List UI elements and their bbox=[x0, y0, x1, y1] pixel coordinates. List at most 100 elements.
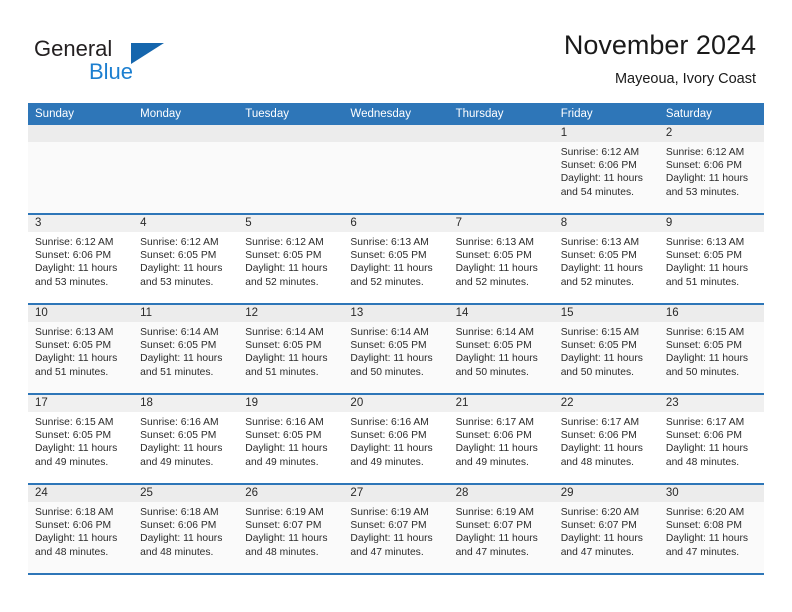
day-details: Sunrise: 6:19 AM Sunset: 6:07 PM Daylight:… bbox=[449, 502, 554, 559]
calendar-day-cell[interactable]: 5 Sunrise: 6:12 AM Sunset: 6:05 PM Daylight… bbox=[238, 214, 344, 305]
daylight-text-cont: and 49 minutes. bbox=[35, 456, 109, 468]
calendar-day-cell[interactable]: 27 Sunrise: 6:19 AM Sunset: 6:07 PM Dayligh… bbox=[343, 484, 449, 575]
daylight-text: Daylight: 11 hours bbox=[560, 443, 643, 455]
day-cell-inner: 17 Sunrise: 6:15 AM Sunset: 6:05 PM Dayligh… bbox=[28, 395, 134, 483]
weekday-header-friday: Friday bbox=[553, 103, 659, 125]
day-number: 20 bbox=[343, 395, 449, 412]
day-cell-inner bbox=[238, 125, 344, 213]
daylight-text: Daylight: 11 hours bbox=[140, 353, 223, 365]
calendar-header-row: Sunday Monday Tuesday Wednesday Thursday… bbox=[28, 103, 764, 125]
calendar-day-cell[interactable]: 18 Sunrise: 6:16 AM Sunset: 6:05 PM Dayligh… bbox=[133, 394, 239, 485]
day-details: Sunrise: 6:18 AM Sunset: 6:06 PM Daylight:… bbox=[133, 502, 238, 559]
day-number: 6 bbox=[343, 215, 449, 232]
day-number: 26 bbox=[238, 485, 344, 502]
calendar-day-cell[interactable]: 4 Sunrise: 6:12 AM Sunset: 6:05 PM Daylight… bbox=[133, 214, 239, 305]
calendar-day-cell[interactable]: 2 Sunrise: 6:12 AM Sunset: 6:06 PM Daylight… bbox=[658, 125, 764, 215]
day-details: Sunrise: 6:18 AM Sunset: 6:06 PM Daylight:… bbox=[28, 502, 133, 559]
day-details: Sunrise: 6:19 AM Sunset: 6:07 PM Daylight:… bbox=[238, 502, 343, 559]
calendar-day-cell[interactable]: 17 Sunrise: 6:15 AM Sunset: 6:05 PM Dayligh… bbox=[28, 394, 134, 485]
calendar-day-cell[interactable]: 21 Sunrise: 6:17 AM Sunset: 6:06 PM Dayligh… bbox=[448, 394, 554, 485]
calendar-day-cell[interactable]: 7 Sunrise: 6:13 AM Sunset: 6:05 PM Daylight… bbox=[448, 214, 554, 305]
calendar-day-cell[interactable]: 14 Sunrise: 6:14 AM Sunset: 6:05 PM Dayligh… bbox=[448, 304, 554, 395]
daylight-text-cont: and 49 minutes. bbox=[140, 456, 214, 468]
calendar-day-cell[interactable]: 11 Sunrise: 6:14 AM Sunset: 6:05 PM Dayligh… bbox=[133, 304, 239, 395]
calendar-day-cell[interactable]: 13 Sunrise: 6:14 AM Sunset: 6:05 PM Dayligh… bbox=[343, 304, 449, 395]
day-details: Sunrise: 6:15 AM Sunset: 6:05 PM Daylight:… bbox=[28, 412, 133, 469]
calendar-day-cell[interactable]: 29 Sunrise: 6:20 AM Sunset: 6:07 PM Dayligh… bbox=[553, 484, 659, 575]
daylight-text: Daylight: 11 hours bbox=[245, 263, 328, 275]
day-cell-inner: 3 Sunrise: 6:12 AM Sunset: 6:06 PM Daylight… bbox=[28, 215, 134, 303]
day-details: Sunrise: 6:17 AM Sunset: 6:06 PM Daylight:… bbox=[449, 412, 554, 469]
daylight-text-cont: and 52 minutes. bbox=[245, 276, 319, 288]
sunset-text: Sunset: 6:05 PM bbox=[665, 250, 742, 262]
sunrise-text: Sunrise: 6:13 AM bbox=[560, 237, 640, 248]
sunset-text: Sunset: 6:05 PM bbox=[245, 250, 322, 262]
day-number: 18 bbox=[133, 395, 239, 412]
sunrise-text: Sunrise: 6:17 AM bbox=[665, 417, 745, 428]
sunset-text: Sunset: 6:05 PM bbox=[455, 250, 532, 262]
day-details: Sunrise: 6:12 AM Sunset: 6:06 PM Daylight:… bbox=[659, 142, 764, 199]
sunrise-text: Sunrise: 6:12 AM bbox=[140, 237, 219, 248]
daylight-text-cont: and 53 minutes. bbox=[140, 276, 214, 288]
calendar-day-cell[interactable]: 1 Sunrise: 6:12 AM Sunset: 6:06 PM Daylight… bbox=[553, 125, 659, 215]
daylight-text: Daylight: 11 hours bbox=[35, 263, 118, 275]
day-number: 9 bbox=[658, 215, 764, 232]
daylight-text: Daylight: 11 hours bbox=[455, 353, 538, 365]
calendar-day-cell[interactable]: 26 Sunrise: 6:19 AM Sunset: 6:07 PM Dayligh… bbox=[238, 484, 344, 575]
day-details: Sunrise: 6:20 AM Sunset: 6:08 PM Daylight:… bbox=[659, 502, 764, 559]
calendar-day-cell[interactable]: 23 Sunrise: 6:17 AM Sunset: 6:06 PM Dayligh… bbox=[658, 394, 764, 485]
calendar-week-row: 1 Sunrise: 6:12 AM Sunset: 6:06 PM Daylight… bbox=[28, 125, 764, 215]
day-number bbox=[343, 125, 449, 142]
day-cell-inner bbox=[448, 125, 554, 213]
sunrise-text: Sunrise: 6:20 AM bbox=[665, 507, 745, 518]
sunset-text: Sunset: 6:05 PM bbox=[560, 250, 637, 262]
daylight-text-cont: and 50 minutes. bbox=[350, 366, 424, 378]
calendar-day-cell[interactable]: 8 Sunrise: 6:13 AM Sunset: 6:05 PM Daylight… bbox=[553, 214, 659, 305]
calendar-day-cell[interactable]: 19 Sunrise: 6:16 AM Sunset: 6:05 PM Dayligh… bbox=[238, 394, 344, 485]
calendar-week-row: 10 Sunrise: 6:13 AM Sunset: 6:05 PM Dayligh… bbox=[28, 304, 764, 395]
day-details: Sunrise: 6:14 AM Sunset: 6:05 PM Daylight:… bbox=[343, 322, 448, 379]
page-header: General Blue November 2024 Mayeoua, Ivor… bbox=[0, 0, 792, 100]
daylight-text-cont: and 51 minutes. bbox=[140, 366, 214, 378]
sunset-text: Sunset: 6:05 PM bbox=[455, 340, 532, 352]
calendar-day-cell[interactable]: 10 Sunrise: 6:13 AM Sunset: 6:05 PM Dayligh… bbox=[28, 304, 134, 395]
day-details: Sunrise: 6:15 AM Sunset: 6:05 PM Daylight:… bbox=[659, 322, 764, 379]
day-number: 3 bbox=[28, 215, 134, 232]
calendar-day-cell[interactable]: 3 Sunrise: 6:12 AM Sunset: 6:06 PM Daylight… bbox=[28, 214, 134, 305]
day-cell-inner: 26 Sunrise: 6:19 AM Sunset: 6:07 PM Dayligh… bbox=[238, 485, 344, 573]
calendar-day-cell[interactable]: 28 Sunrise: 6:19 AM Sunset: 6:07 PM Dayligh… bbox=[448, 484, 554, 575]
daylight-text-cont: and 48 minutes. bbox=[140, 546, 214, 558]
calendar-day-cell[interactable]: 15 Sunrise: 6:15 AM Sunset: 6:05 PM Dayligh… bbox=[553, 304, 659, 395]
daylight-text-cont: and 47 minutes. bbox=[560, 546, 634, 558]
general-blue-logo[interactable]: General Blue bbox=[34, 36, 214, 88]
calendar-day-cell[interactable]: 20 Sunrise: 6:16 AM Sunset: 6:06 PM Dayligh… bbox=[343, 394, 449, 485]
calendar-day-cell[interactable]: 30 Sunrise: 6:20 AM Sunset: 6:08 PM Dayligh… bbox=[658, 484, 764, 575]
daylight-text: Daylight: 11 hours bbox=[560, 353, 643, 365]
calendar-day-cell[interactable]: 24 Sunrise: 6:18 AM Sunset: 6:06 PM Dayligh… bbox=[28, 484, 134, 575]
calendar-day-cell[interactable]: 6 Sunrise: 6:13 AM Sunset: 6:05 PM Daylight… bbox=[343, 214, 449, 305]
sunset-text: Sunset: 6:05 PM bbox=[35, 430, 112, 442]
calendar-day-cell[interactable]: 9 Sunrise: 6:13 AM Sunset: 6:05 PM Daylight… bbox=[658, 214, 764, 305]
day-number: 10 bbox=[28, 305, 134, 322]
day-details: Sunrise: 6:19 AM Sunset: 6:07 PM Daylight:… bbox=[343, 502, 448, 559]
day-cell-inner: 27 Sunrise: 6:19 AM Sunset: 6:07 PM Dayligh… bbox=[343, 485, 449, 573]
day-cell-inner: 25 Sunrise: 6:18 AM Sunset: 6:06 PM Dayligh… bbox=[133, 485, 239, 573]
day-details: Sunrise: 6:12 AM Sunset: 6:05 PM Daylight:… bbox=[133, 232, 238, 289]
daylight-text-cont: and 52 minutes. bbox=[560, 276, 634, 288]
day-cell-inner: 18 Sunrise: 6:16 AM Sunset: 6:05 PM Dayligh… bbox=[133, 395, 239, 483]
calendar-day-cell[interactable]: 12 Sunrise: 6:14 AM Sunset: 6:05 PM Dayligh… bbox=[238, 304, 344, 395]
triangle-icon bbox=[131, 43, 164, 64]
calendar-day-cell[interactable]: 16 Sunrise: 6:15 AM Sunset: 6:05 PM Dayligh… bbox=[658, 304, 764, 395]
day-number bbox=[238, 125, 344, 142]
logo-text-blue: Blue bbox=[89, 59, 134, 84]
day-cell-inner: 8 Sunrise: 6:13 AM Sunset: 6:05 PM Daylight… bbox=[553, 215, 659, 303]
calendar-day-cell[interactable]: 22 Sunrise: 6:17 AM Sunset: 6:06 PM Dayligh… bbox=[553, 394, 659, 485]
day-number: 16 bbox=[658, 305, 764, 322]
day-number: 28 bbox=[448, 485, 554, 502]
sunset-text: Sunset: 6:06 PM bbox=[455, 430, 532, 442]
calendar-day-cell[interactable]: 25 Sunrise: 6:18 AM Sunset: 6:06 PM Dayligh… bbox=[133, 484, 239, 575]
calendar-day-cell-empty bbox=[448, 125, 554, 215]
sunrise-text: Sunrise: 6:14 AM bbox=[350, 327, 429, 338]
daylight-text-cont: and 48 minutes. bbox=[245, 546, 319, 558]
sunset-text: Sunset: 6:06 PM bbox=[140, 520, 217, 532]
